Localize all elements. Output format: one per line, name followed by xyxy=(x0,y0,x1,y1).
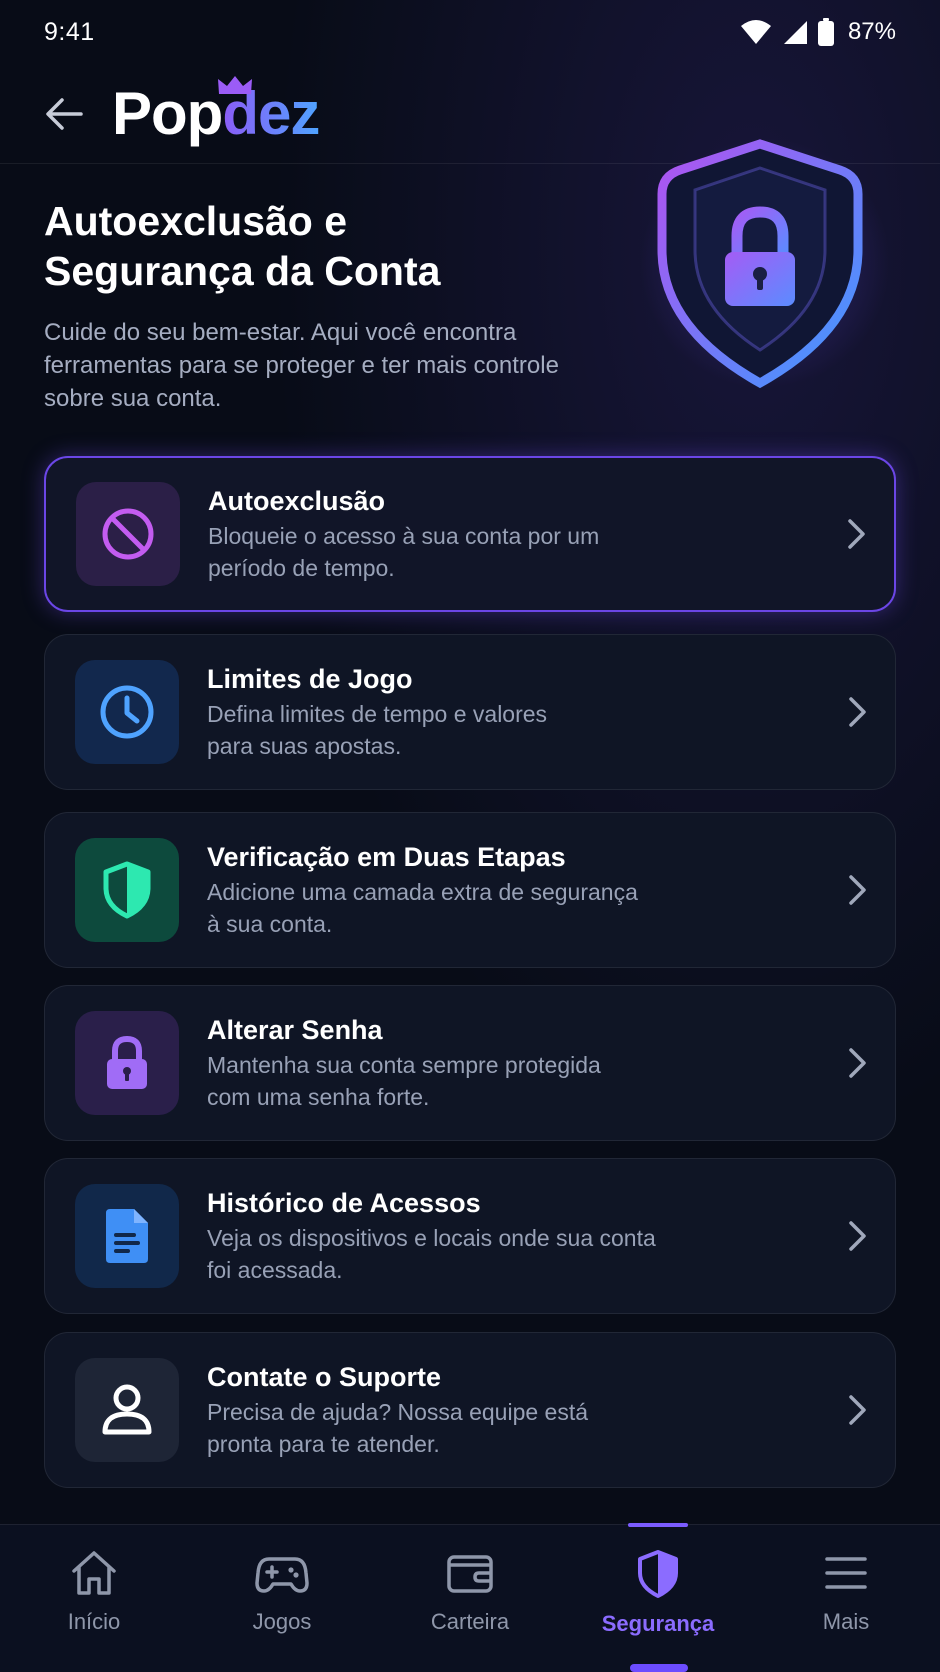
wifi-icon xyxy=(740,19,772,45)
self-exclusion-card[interactable]: Autoexclusão Bloqueie o acesso à sua con… xyxy=(44,456,896,612)
two-factor-card[interactable]: Verificação em Duas Etapas Adicione uma … xyxy=(44,812,896,968)
menu-icon xyxy=(825,1557,867,1589)
nav-label: Mais xyxy=(822,1609,870,1634)
security-screen: 9:41 87% Popdez Autoexclusão e Segurança… xyxy=(0,0,940,1672)
card-description: Mantenha sua conta sempre protegida com … xyxy=(207,1052,601,1110)
nav-label: Segurança xyxy=(601,1611,715,1636)
document-icon xyxy=(106,1209,148,1263)
hero-section: Autoexclusão e Segurança da Conta Cuide … xyxy=(44,196,644,415)
active-indicator xyxy=(628,1523,688,1527)
nav-label: Carteira xyxy=(430,1609,510,1634)
card-title: Verificação em Duas Etapas xyxy=(207,842,566,872)
gamepad-icon xyxy=(255,1557,309,1593)
card-icon-container xyxy=(75,1358,179,1462)
crown-icon xyxy=(218,75,252,94)
wallet-icon xyxy=(447,1555,493,1593)
card-icon-container xyxy=(75,660,179,764)
status-bar: 9:41 87% xyxy=(0,0,940,64)
lock-icon xyxy=(107,1035,147,1089)
nav-item-more[interactable]: Mais xyxy=(752,1525,940,1672)
bottom-navigation: Início Jogos Carteira Segurança Mais xyxy=(0,1523,940,1672)
home-icon xyxy=(72,1551,116,1595)
chevron-right-icon xyxy=(849,1048,866,1078)
card-title: Autoexclusão xyxy=(208,486,386,516)
card-icon-container xyxy=(76,482,180,586)
status-indicators: 87% xyxy=(740,18,896,46)
nav-item-security[interactable]: Segurança xyxy=(564,1523,752,1672)
chevron-right-icon xyxy=(848,519,865,549)
card-description: Adicione uma camada extra de segurança à… xyxy=(207,879,638,937)
user-icon xyxy=(102,1384,152,1435)
access-history-card[interactable]: Histórico de Acessos Veja os dispositivo… xyxy=(44,1158,896,1314)
status-time: 9:41 xyxy=(44,17,95,46)
card-title: Histórico de Acessos xyxy=(207,1188,481,1218)
logo-prefix: Pop xyxy=(112,79,223,147)
back-button[interactable] xyxy=(42,92,86,136)
card-title: Contate o Suporte xyxy=(207,1362,441,1392)
nav-label: Jogos xyxy=(252,1609,312,1634)
chevron-right-icon xyxy=(849,1221,866,1251)
chevron-right-icon xyxy=(849,697,866,727)
change-password-card[interactable]: Alterar Senha Mantenha sua conta sempre … xyxy=(44,985,896,1141)
chevron-right-icon xyxy=(849,1395,866,1425)
card-description: Defina limites de tempo e valores para s… xyxy=(207,701,548,759)
nav-item-games[interactable]: Jogos xyxy=(188,1525,376,1672)
signal-icon xyxy=(782,19,808,45)
page-subtitle: Cuide do seu bem-estar. Aqui você encont… xyxy=(44,319,559,412)
contact-support-card[interactable]: Contate o Suporte Precisa de ajuda? Noss… xyxy=(44,1332,896,1488)
page-title: Autoexclusão e Segurança da Conta xyxy=(44,198,441,294)
card-icon-container xyxy=(75,1011,179,1115)
chevron-right-icon xyxy=(849,875,866,905)
app-logo: Popdez xyxy=(112,75,320,144)
clock-icon xyxy=(100,685,154,739)
card-icon-container xyxy=(75,838,179,942)
shield-lock-illustration xyxy=(640,138,890,389)
home-indicator xyxy=(630,1664,688,1672)
battery-icon xyxy=(817,18,834,46)
card-icon-container xyxy=(75,1184,179,1288)
card-title: Alterar Senha xyxy=(207,1015,383,1045)
game-limits-card[interactable]: Limites de Jogo Defina limites de tempo … xyxy=(44,634,896,790)
card-description: Veja os dispositivos e locais onde sua c… xyxy=(207,1225,656,1283)
card-description: Precisa de ajuda? Nossa equipe está pron… xyxy=(207,1399,589,1457)
card-description: Bloqueie o acesso à sua conta por um per… xyxy=(208,523,600,581)
nav-label: Início xyxy=(67,1609,121,1634)
shield-icon xyxy=(638,1550,678,1598)
block-icon xyxy=(102,508,154,560)
shield-icon xyxy=(103,861,151,919)
nav-item-home[interactable]: Início xyxy=(0,1525,188,1672)
arrow-left-icon xyxy=(46,97,83,130)
battery-percentage: 87% xyxy=(847,18,896,45)
card-title: Limites de Jogo xyxy=(207,664,413,694)
nav-item-wallet[interactable]: Carteira xyxy=(376,1525,564,1672)
